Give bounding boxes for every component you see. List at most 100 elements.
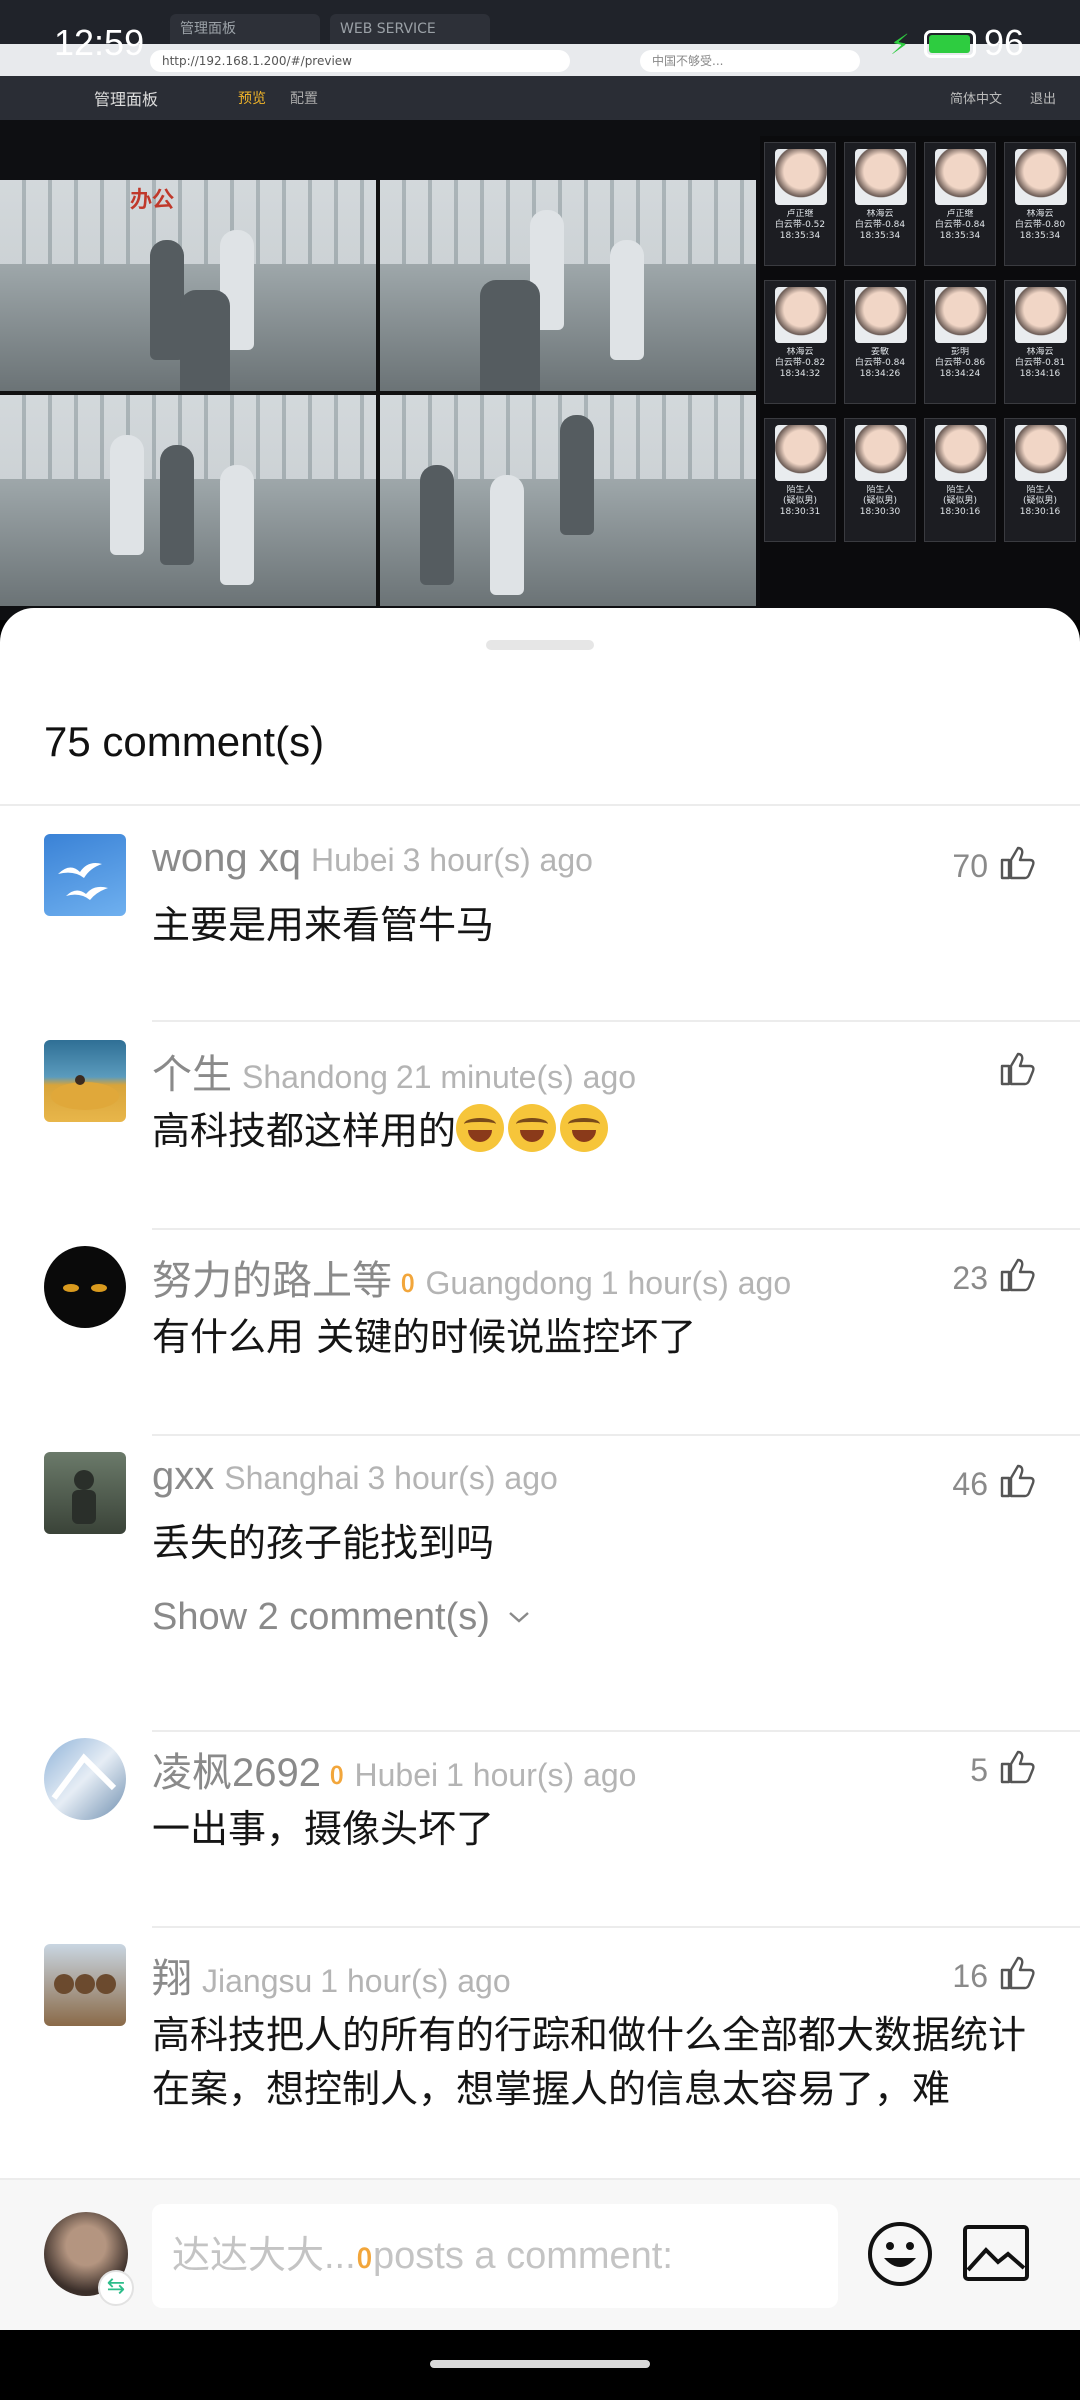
face-caption-line: 18:35:34 <box>859 231 901 241</box>
avatar[interactable] <box>44 1452 126 1534</box>
comment-text: 高科技把人的所有的行踪和做什么全部都大数据统计在案，想控制人，想掌握人的信息太容… <box>152 2013 1027 2111</box>
system-nav-bar <box>0 2330 1080 2400</box>
face-caption-line: 陌生人 <box>1026 485 1054 495</box>
laughing-crying-emoji-icon <box>560 1104 609 1152</box>
camera-feed <box>0 395 376 606</box>
show-replies-button[interactable]: Show 2 comment(s) <box>152 1596 532 1639</box>
person-figure <box>560 415 594 535</box>
face-caption-line: 18:30:16 <box>1019 507 1061 517</box>
face-caption: 姜敏 白云带-0.84 18:34:26 <box>847 347 913 403</box>
username[interactable]: 个生 <box>152 1053 232 1097</box>
input-placeholder-name: 达达大大... <box>172 2235 356 2277</box>
comment-item[interactable]: 个生 Shandong 21 minute(s) ago 高科技都这样用的 <box>0 1040 1080 1230</box>
username[interactable]: gxx <box>152 1454 214 1498</box>
face-caption-line: 陌生人 <box>946 485 974 495</box>
face-caption-line: 18:35:34 <box>779 231 821 241</box>
face-caption-line: 陌生人 <box>786 485 814 495</box>
language-label: 简体中文 <box>950 92 1003 107</box>
vip-badge-icon: ᲂ <box>355 2235 374 2277</box>
battery-icon <box>924 30 976 58</box>
comment-item[interactable]: gxx Shanghai 3 hour(s) ago 46 丢失的孩子能找到吗 Sh… <box>0 1452 1080 1734</box>
face-capture-card: 林海云 白云带-0.81 18:34:16 <box>1004 280 1076 404</box>
vip-badge-icon: ᲂ <box>400 1262 416 1300</box>
thumbs-up-icon[interactable] <box>998 1048 1038 1088</box>
figure-avatar-image <box>72 1470 96 1524</box>
face-caption-line: 林海云 <box>1026 209 1054 219</box>
comment-meta: 凌枫2692 ᲂ Hubei 1 hour(s) ago <box>152 1740 636 1798</box>
comment-meta: 个生 Shandong 21 minute(s) ago <box>152 1042 636 1100</box>
camera-feed <box>380 395 756 606</box>
animals-avatar-image <box>54 1974 116 1994</box>
divider <box>0 804 1080 806</box>
username[interactable]: wong xq <box>152 836 301 880</box>
face-caption-line: 林海云 <box>866 209 894 219</box>
like-count: 23 <box>952 1260 988 1296</box>
comment-item[interactable]: wong xq Hubei 3 hour(s) ago 70 主要是用来看管牛马 <box>0 834 1080 1024</box>
landscape-avatar-image <box>51 1075 119 1110</box>
person-figure <box>490 475 524 595</box>
comment-input[interactable]: 达达大大...ᲂposts a comment: <box>152 2204 838 2308</box>
comment-meta: gxx Shanghai 3 hour(s) ago <box>152 1454 558 1499</box>
location: Hubei <box>310 842 395 878</box>
face-caption-line: (疑似男) <box>942 496 978 506</box>
person-figure <box>610 240 644 360</box>
face-thumbnail <box>935 425 987 481</box>
comment-item[interactable]: 努力的路上等 ᲂ Guangdong 1 hour(s) ago 23 有什么用 关键… <box>0 1246 1080 1436</box>
thumbs-up-icon[interactable] <box>998 842 1038 882</box>
image-icon[interactable] <box>962 2224 1030 2282</box>
avatar[interactable] <box>44 1246 126 1328</box>
face-thumbnail <box>855 287 907 343</box>
thumbs-up-icon[interactable] <box>998 1460 1038 1500</box>
face-caption-line: 白云带-0.80 <box>1014 220 1066 230</box>
person-figure <box>150 240 184 360</box>
timestamp: 1 hour(s) ago <box>320 1963 511 1999</box>
face-caption-line: (疑似男) <box>782 496 818 506</box>
comment-item[interactable]: 凌枫2692 ᲂ Hubei 1 hour(s) ago 5 一出事，摄像头坏了 <box>0 1738 1080 1928</box>
smiley-icon[interactable] <box>866 2220 934 2288</box>
face-grid: 卢正继 白云带-0.52 18:35:34 林海云 白云带-0.84 18:35:34 卢正… <box>760 136 1080 548</box>
person-figure <box>480 280 540 391</box>
video-backdrop[interactable]: 管理面板 WEB SERVICE http://192.168.1.200/#/… <box>0 0 1080 620</box>
laughing-crying-emoji-icon <box>456 1104 505 1152</box>
divider <box>152 1020 1080 1022</box>
face-thumbnail <box>1015 287 1067 343</box>
camera-sign: 办公 <box>130 188 175 213</box>
username[interactable]: 凌枫2692 <box>152 1751 321 1795</box>
tab-preview: 预览 <box>238 91 266 107</box>
location: Jiangsu <box>202 1963 313 1999</box>
camera-grid: 办公 <box>0 180 756 606</box>
face-caption-line: 18:30:16 <box>939 507 981 517</box>
username[interactable]: 翔 <box>152 1957 192 2001</box>
avatar[interactable] <box>44 834 126 916</box>
face-capture-card: 陌生人 (疑似男) 18:30:31 <box>764 418 836 542</box>
account-switch-icon[interactable]: ⇆ <box>98 2270 134 2306</box>
comments-sheet: 75 comment(s) wong xq Hubei 3 hour(s) ago … <box>0 608 1080 2330</box>
logout-label: 退出 <box>1030 92 1057 107</box>
avatar[interactable] <box>44 1738 126 1820</box>
person-figure <box>220 465 254 585</box>
thumbs-up-icon[interactable] <box>998 1746 1038 1786</box>
face-capture-card: 林海云 白云带-0.84 18:35:34 <box>844 142 916 266</box>
thumbs-up-icon[interactable] <box>998 1254 1038 1294</box>
face-caption-line: 18:34:32 <box>779 369 821 379</box>
face-caption-line: 18:34:26 <box>859 369 901 379</box>
like-count: 70 <box>952 848 988 884</box>
username[interactable]: 努力的路上等 <box>152 1259 392 1303</box>
location: Hubei <box>354 1757 439 1793</box>
comment-item[interactable]: 翔 Jiangsu 1 hour(s) ago 16 高科技把人的所有的行踪和做什么… <box>0 1944 1080 2184</box>
avatar[interactable] <box>44 1944 126 2026</box>
face-capture-card: 姜敏 白云带-0.84 18:34:26 <box>844 280 916 404</box>
person-figure <box>110 435 144 555</box>
home-indicator[interactable] <box>430 2360 650 2368</box>
face-caption-line: 18:34:24 <box>939 369 981 379</box>
face-thumbnail <box>1015 149 1067 205</box>
drag-handle[interactable] <box>486 640 594 650</box>
charging-icon: ⚡ <box>890 28 910 61</box>
timestamp: 21 minute(s) ago <box>395 1059 637 1095</box>
aerial-avatar-image <box>51 1753 117 1800</box>
tab-config: 配置 <box>290 91 318 107</box>
status-bar: 12:59 ⚡ 96 <box>0 0 1080 86</box>
thumbs-up-icon[interactable] <box>998 1952 1038 1992</box>
avatar[interactable] <box>44 1040 126 1122</box>
face-thumbnail <box>855 425 907 481</box>
